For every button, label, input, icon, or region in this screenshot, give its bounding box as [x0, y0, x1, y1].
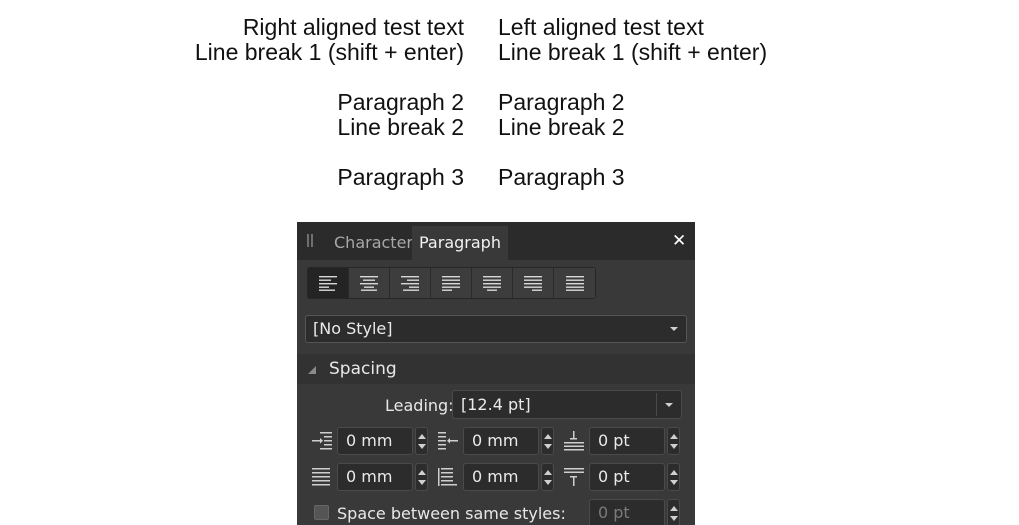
paragraph-style-value: [No Style]: [313, 319, 393, 338]
right-line-3: [195, 65, 464, 90]
chevron-down-icon: [665, 403, 673, 407]
justify-all-icon: [565, 276, 584, 291]
last-line-indent-value: 0 mm: [472, 467, 519, 486]
justify-all-button[interactable]: [554, 268, 595, 298]
paragraph-style-select[interactable]: [No Style]: [305, 315, 687, 343]
first-line-indent-stepper[interactable]: [541, 427, 554, 455]
justify-left-icon: [442, 276, 460, 291]
left-indent-stepper[interactable]: [415, 427, 428, 455]
close-icon[interactable]: ✕: [672, 233, 686, 250]
space-after-value: 0 pt: [598, 467, 630, 486]
align-center-button[interactable]: [349, 268, 390, 298]
left-aligned-text-block: Left aligned test text Line break 1 (shi…: [498, 15, 767, 190]
last-line-indent-icon: [437, 467, 459, 487]
align-center-icon: [360, 276, 378, 291]
right-line-6: [195, 140, 464, 165]
left-line-5: Line break 2: [498, 114, 625, 140]
right-indent-field[interactable]: 0 mm: [337, 463, 413, 491]
right-indent-stepper[interactable]: [415, 463, 428, 491]
left-line-7: Paragraph 3: [498, 164, 625, 190]
space-before-icon: [563, 431, 585, 451]
left-line-1: Left aligned test text: [498, 14, 704, 40]
align-left-icon: [319, 276, 337, 291]
last-line-indent-field[interactable]: 0 mm: [463, 463, 539, 491]
first-line-indent-field[interactable]: 0 mm: [463, 427, 539, 455]
justify-right-button[interactable]: [513, 268, 554, 298]
space-between-same-styles-label: Space between same styles:: [337, 504, 566, 523]
space-after-stepper[interactable]: [667, 463, 680, 491]
leading-divider: [656, 393, 657, 416]
right-indent-icon: [311, 467, 333, 487]
align-left-button[interactable]: [308, 268, 349, 298]
space-between-same-styles-stepper[interactable]: [667, 499, 680, 525]
left-line-2: Line break 1 (shift + enter): [498, 39, 768, 65]
align-right-icon: [401, 276, 419, 291]
right-line-7: Paragraph 3: [337, 164, 464, 190]
right-indent-value: 0 mm: [346, 467, 393, 486]
left-indent-icon: [311, 431, 333, 451]
left-indent-field[interactable]: 0 mm: [337, 427, 413, 455]
justify-center-icon: [483, 276, 501, 291]
spacing-section-title: Spacing: [329, 359, 397, 379]
right-line-1: Right aligned test text: [242, 14, 464, 40]
left-line-3: [498, 65, 767, 90]
space-after-field[interactable]: 0 pt: [589, 463, 665, 491]
justify-center-button[interactable]: [472, 268, 513, 298]
paragraph-panel: Character Paragraph ✕ [No Style] Spacing…: [297, 222, 695, 525]
collapse-triangle-icon: [308, 366, 316, 374]
first-line-indent-value: 0 mm: [472, 431, 519, 450]
space-before-field[interactable]: 0 pt: [589, 427, 665, 455]
space-between-same-styles-field[interactable]: 0 pt: [589, 499, 665, 525]
leading-select[interactable]: [12.4 pt]: [452, 390, 682, 419]
left-line-6: [498, 140, 767, 165]
left-line-4: Paragraph 2: [498, 89, 625, 115]
leading-value: [12.4 pt]: [461, 395, 531, 414]
align-right-button[interactable]: [390, 268, 431, 298]
tab-paragraph[interactable]: Paragraph: [412, 226, 508, 260]
chevron-down-icon: [670, 327, 678, 331]
first-line-indent-icon: [437, 431, 459, 451]
left-indent-value: 0 mm: [346, 431, 393, 450]
right-line-5: Line break 2: [337, 114, 464, 140]
tab-character[interactable]: Character: [327, 226, 420, 260]
justify-left-button[interactable]: [431, 268, 472, 298]
space-after-icon: [563, 467, 585, 487]
leading-label: Leading:: [385, 396, 454, 415]
right-line-4: Paragraph 2: [337, 89, 464, 115]
space-before-value: 0 pt: [598, 431, 630, 450]
last-line-indent-stepper[interactable]: [541, 463, 554, 491]
drag-grip-icon[interactable]: [307, 234, 314, 248]
space-before-stepper[interactable]: [667, 427, 680, 455]
spacing-section-header[interactable]: Spacing: [297, 354, 695, 384]
alignment-button-group: [307, 267, 596, 299]
right-aligned-text-block: Right aligned test text Line break 1 (sh…: [195, 15, 464, 190]
space-between-same-styles-value: 0 pt: [598, 503, 630, 522]
space-between-same-styles-checkbox[interactable]: [314, 505, 329, 520]
right-line-2: Line break 1 (shift + enter): [194, 39, 464, 65]
panel-header: Character Paragraph ✕: [297, 222, 695, 260]
justify-right-icon: [524, 276, 542, 291]
